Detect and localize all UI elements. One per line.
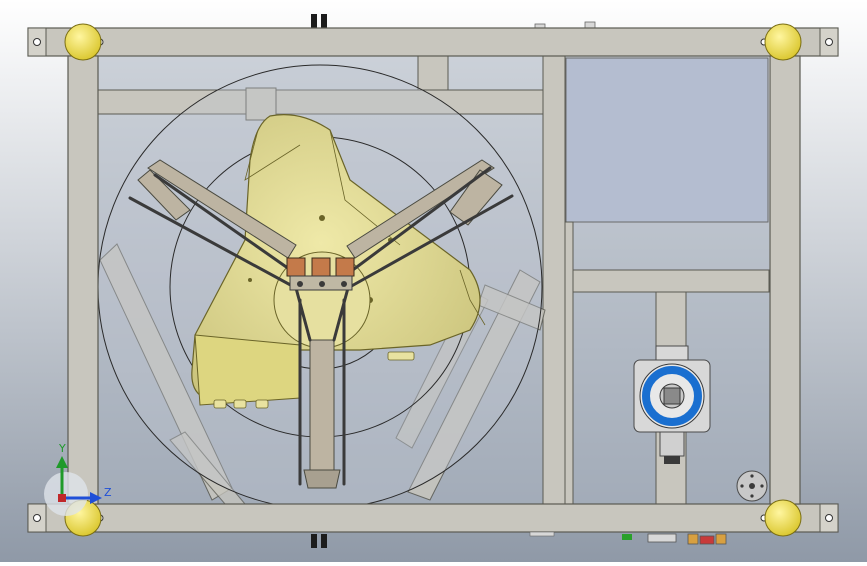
bracket-cluster: [286, 257, 355, 291]
bolt-hole: [33, 514, 41, 522]
corner-ball-top-right: [764, 23, 802, 61]
bottom-connector-left: [311, 534, 317, 548]
arm-bottom: [309, 339, 335, 483]
top-connector-right: [321, 14, 327, 28]
triad-y-label: Y: [58, 442, 66, 455]
top-connector-left: [311, 14, 317, 28]
cad-viewport[interactable]: Y Z: [0, 0, 867, 562]
right-cover-panel: [565, 57, 769, 223]
frame-left-post: [67, 55, 99, 505]
arm-bottom-plate: [303, 469, 341, 489]
bolt-hole: [825, 38, 833, 46]
mechanical-assembly-drawing: Y Z: [0, 0, 867, 562]
top-center-post: [417, 55, 449, 91]
round-flange: [736, 470, 768, 502]
frame-bottom-rail: [27, 503, 839, 533]
corner-ball-bottom-right: [764, 499, 802, 537]
triad-z-label: Z: [104, 486, 112, 499]
vertical-divider-thin: [564, 221, 574, 505]
right-mid-rail: [572, 269, 770, 293]
frame-right-post: [769, 55, 801, 505]
bottom-connector-right: [321, 534, 327, 548]
bolt-hole: [33, 38, 41, 46]
corner-ball-top-left: [64, 23, 102, 61]
top-tab: [584, 21, 596, 29]
vertical-divider-post: [542, 55, 566, 505]
frame-top-rail: [27, 27, 839, 57]
bolt-hole: [825, 514, 833, 522]
